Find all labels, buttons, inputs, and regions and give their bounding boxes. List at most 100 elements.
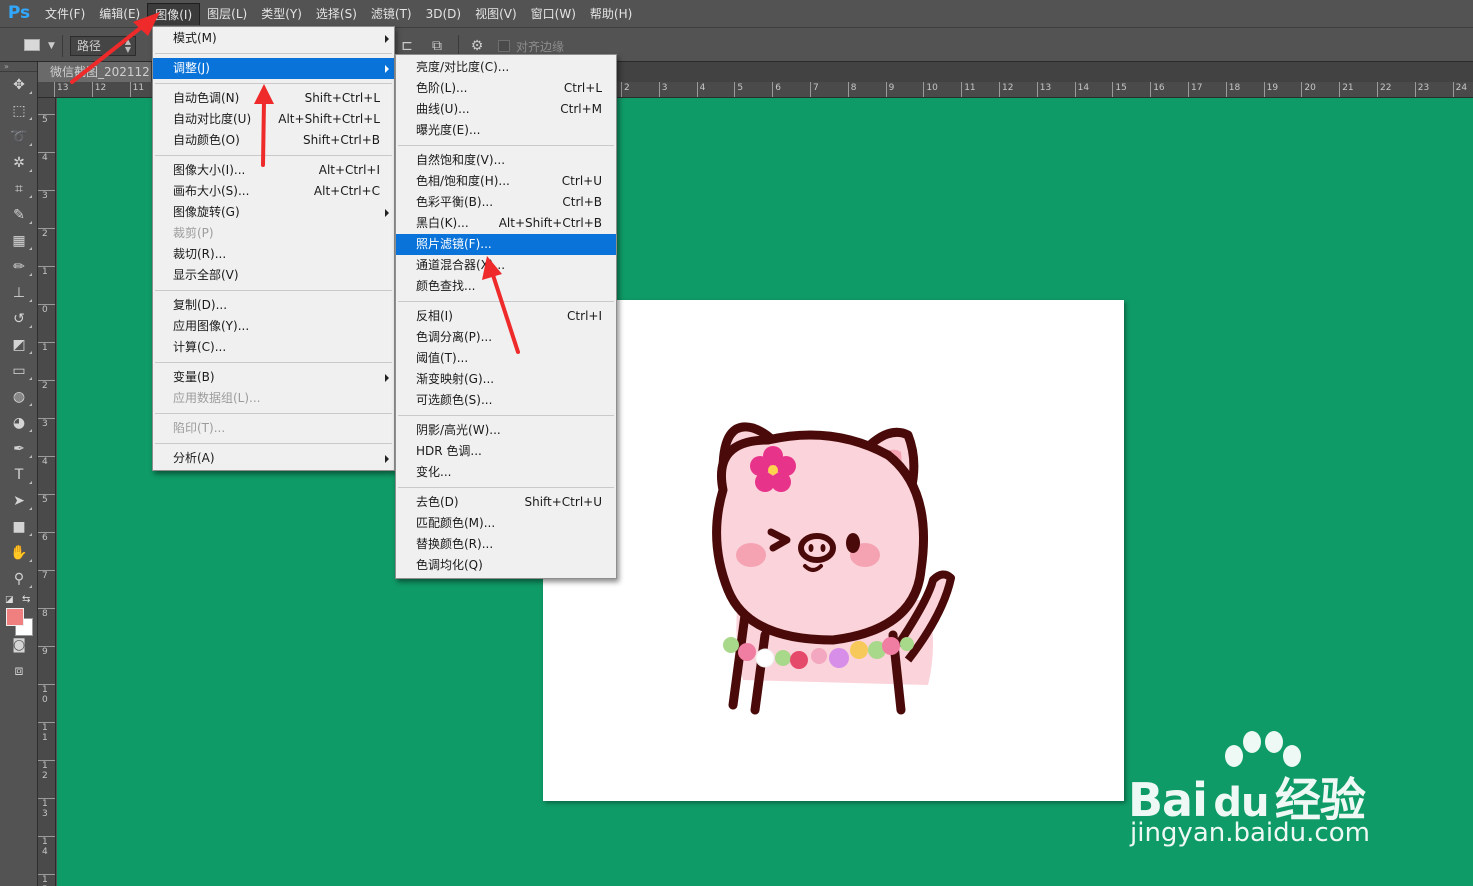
- ruler-tick-label: 2: [38, 380, 55, 391]
- adjust-menu-item[interactable]: 色相/饱和度(H)... Ctrl+U: [396, 171, 616, 192]
- menu-select[interactable]: 选择(S): [309, 3, 364, 25]
- menu-type[interactable]: 类型(Y): [254, 3, 309, 25]
- stamp-icon[interactable]: ⊥: [0, 280, 38, 306]
- adjust-menu-item[interactable]: 变化...: [396, 462, 616, 483]
- adjust-menu-item-label: 匹配颜色(M)...: [416, 516, 496, 530]
- ruler-tick-label: 24: [1452, 82, 1467, 97]
- adjust-menu-item[interactable]: 阴影/高光(W)...: [396, 420, 616, 441]
- image-menu-item[interactable]: 变量(B): [153, 367, 394, 388]
- adjust-menu-item[interactable]: 颜色查找...: [396, 276, 616, 297]
- tool-group-indicator: [29, 351, 32, 354]
- menu-view[interactable]: 视图(V): [468, 3, 524, 25]
- image-menu-item-label: 图像大小(I)...: [173, 163, 246, 177]
- zoom-icon[interactable]: ⚲: [0, 566, 38, 592]
- adjust-menu-item[interactable]: 色阶(L)... Ctrl+L: [396, 78, 616, 99]
- image-menu-item[interactable]: 计算(C)...: [153, 337, 394, 358]
- adjust-menu-item[interactable]: 照片滤镜(F)...: [396, 234, 616, 255]
- menu-separator: [155, 155, 392, 156]
- ruler-tick-label: 1 1: [38, 722, 55, 743]
- blur-icon[interactable]: ◍: [0, 384, 38, 410]
- menu-filter[interactable]: 滤镜(T): [364, 3, 419, 25]
- image-menu-item[interactable]: 自动颜色(O) Shift+Ctrl+B: [153, 130, 394, 151]
- image-menu-item[interactable]: 模式(M): [153, 28, 394, 49]
- adjust-menu-item[interactable]: 亮度/对比度(C)...: [396, 57, 616, 78]
- rectangle-icon[interactable]: ■: [0, 514, 38, 540]
- type-icon[interactable]: T: [0, 462, 38, 488]
- ruler-tick-label: 14: [1074, 82, 1089, 97]
- image-menu-item[interactable]: 复制(D)...: [153, 295, 394, 316]
- tool-preset-icon[interactable]: [24, 39, 40, 51]
- default-colors-icon[interactable]: ◪: [5, 595, 14, 605]
- adjust-menu-item[interactable]: 色调分离(P)...: [396, 327, 616, 348]
- image-menu-item[interactable]: 图像旋转(G): [153, 202, 394, 223]
- adjust-menu-item[interactable]: 色调均化(Q): [396, 555, 616, 576]
- adjust-menu-item[interactable]: 黑白(K)... Alt+Shift+Ctrl+B: [396, 213, 616, 234]
- marquee-icon[interactable]: ⬚: [0, 98, 38, 124]
- dodge-icon[interactable]: ◕: [0, 410, 38, 436]
- adjust-menu-item[interactable]: 可选颜色(S)...: [396, 390, 616, 411]
- image-menu-item[interactable]: 应用图像(Y)...: [153, 316, 394, 337]
- mode-select[interactable]: 路径 ▲ ▼: [70, 36, 136, 56]
- image-menu-item[interactable]: 图像大小(I)... Alt+Ctrl+I: [153, 160, 394, 181]
- menu-edit[interactable]: 编辑(E): [92, 3, 147, 25]
- path-arrangement-icon[interactable]: ⧉: [428, 37, 446, 55]
- image-menu-item[interactable]: 自动色调(N) Shift+Ctrl+L: [153, 88, 394, 109]
- image-menu-item[interactable]: 分析(A): [153, 448, 394, 469]
- pen-icon[interactable]: ✒: [0, 436, 38, 462]
- gear-icon[interactable]: ⚙: [468, 37, 486, 55]
- document-tab[interactable]: 微信截图_202112: [38, 62, 152, 82]
- path-alignment-icon[interactable]: ⊏: [398, 37, 416, 55]
- chevron-down-icon[interactable]: ▼: [48, 41, 55, 51]
- lasso-icon[interactable]: ➰: [0, 124, 38, 150]
- swap-colors-icon[interactable]: ⇆: [22, 594, 30, 605]
- adjust-menu-item[interactable]: 自然饱和度(V)...: [396, 150, 616, 171]
- menu-image[interactable]: 图像(I): [147, 2, 201, 25]
- ruler-tick-label: 12: [999, 82, 1013, 97]
- image-menu-item[interactable]: 画布大小(S)... Alt+Ctrl+C: [153, 181, 394, 202]
- ruler-tick-label: 3: [658, 82, 668, 97]
- adjust-menu-item[interactable]: 色彩平衡(B)... Ctrl+B: [396, 192, 616, 213]
- align-edges-checkbox[interactable]: [498, 40, 510, 52]
- magic-wand-icon[interactable]: ✲: [0, 150, 38, 176]
- move-icon[interactable]: ✥: [0, 72, 38, 98]
- brush-icon[interactable]: ✏: [0, 254, 38, 280]
- adjust-menu-item[interactable]: 曲线(U)... Ctrl+M: [396, 99, 616, 120]
- history-brush-icon[interactable]: ↺: [0, 306, 38, 332]
- adjust-menu-item[interactable]: 去色(D) Shift+Ctrl+U: [396, 492, 616, 513]
- adjust-menu-item[interactable]: 阈值(T)...: [396, 348, 616, 369]
- menu-layer[interactable]: 图层(L): [200, 3, 254, 25]
- image-menu-item[interactable]: 自动对比度(U) Alt+Shift+Ctrl+L: [153, 109, 394, 130]
- path-selection-icon[interactable]: ➤: [0, 488, 38, 514]
- hand-icon-glyph: ✋: [10, 545, 28, 561]
- adjust-menu-item[interactable]: 渐变映射(G)...: [396, 369, 616, 390]
- image-menu-item[interactable]: 调整(J): [153, 58, 394, 79]
- image-menu-item[interactable]: 显示全部(V): [153, 265, 394, 286]
- screen-mode-icon[interactable]: ⧈: [0, 658, 38, 684]
- healing-brush-icon[interactable]: ▦: [0, 228, 38, 254]
- ruler-tick-label: 8: [847, 82, 857, 97]
- eraser-icon[interactable]: ◩: [0, 332, 38, 358]
- adjust-menu-item[interactable]: 通道混合器(X)...: [396, 255, 616, 276]
- adjust-menu-item[interactable]: 曝光度(E)...: [396, 120, 616, 141]
- panel-collapse-handle[interactable]: »: [0, 62, 37, 72]
- vertical-ruler[interactable]: 5432101234567891 01 11 21 31 41 5: [38, 98, 56, 886]
- menu-help[interactable]: 帮助(H): [583, 3, 639, 25]
- adjust-menu-item[interactable]: 反相(I) Ctrl+I: [396, 306, 616, 327]
- ruler-tick-label: 9: [885, 82, 894, 97]
- adjust-menu-item-label: 色彩平衡(B)...: [416, 195, 494, 209]
- quick-mask-icon[interactable]: ◙: [0, 632, 38, 658]
- ruler-tick-label: 1 2: [38, 760, 55, 781]
- foreground-color-swatch[interactable]: [6, 608, 24, 626]
- menu-window[interactable]: 窗口(W): [524, 3, 583, 25]
- adjust-menu-item[interactable]: HDR 色调...: [396, 441, 616, 462]
- image-menu-item-label: 显示全部(V): [173, 268, 239, 282]
- gradient-icon[interactable]: ▭: [0, 358, 38, 384]
- menu-file[interactable]: 文件(F): [38, 3, 92, 25]
- image-menu-item[interactable]: 裁切(R)...: [153, 244, 394, 265]
- menu-3d[interactable]: 3D(D): [419, 3, 468, 25]
- hand-icon[interactable]: ✋: [0, 540, 38, 566]
- adjust-menu-item[interactable]: 替换颜色(R)...: [396, 534, 616, 555]
- eyedropper-icon[interactable]: ✎: [0, 202, 38, 228]
- adjust-menu-item[interactable]: 匹配颜色(M)...: [396, 513, 616, 534]
- crop-icon[interactable]: ⌗: [0, 176, 38, 202]
